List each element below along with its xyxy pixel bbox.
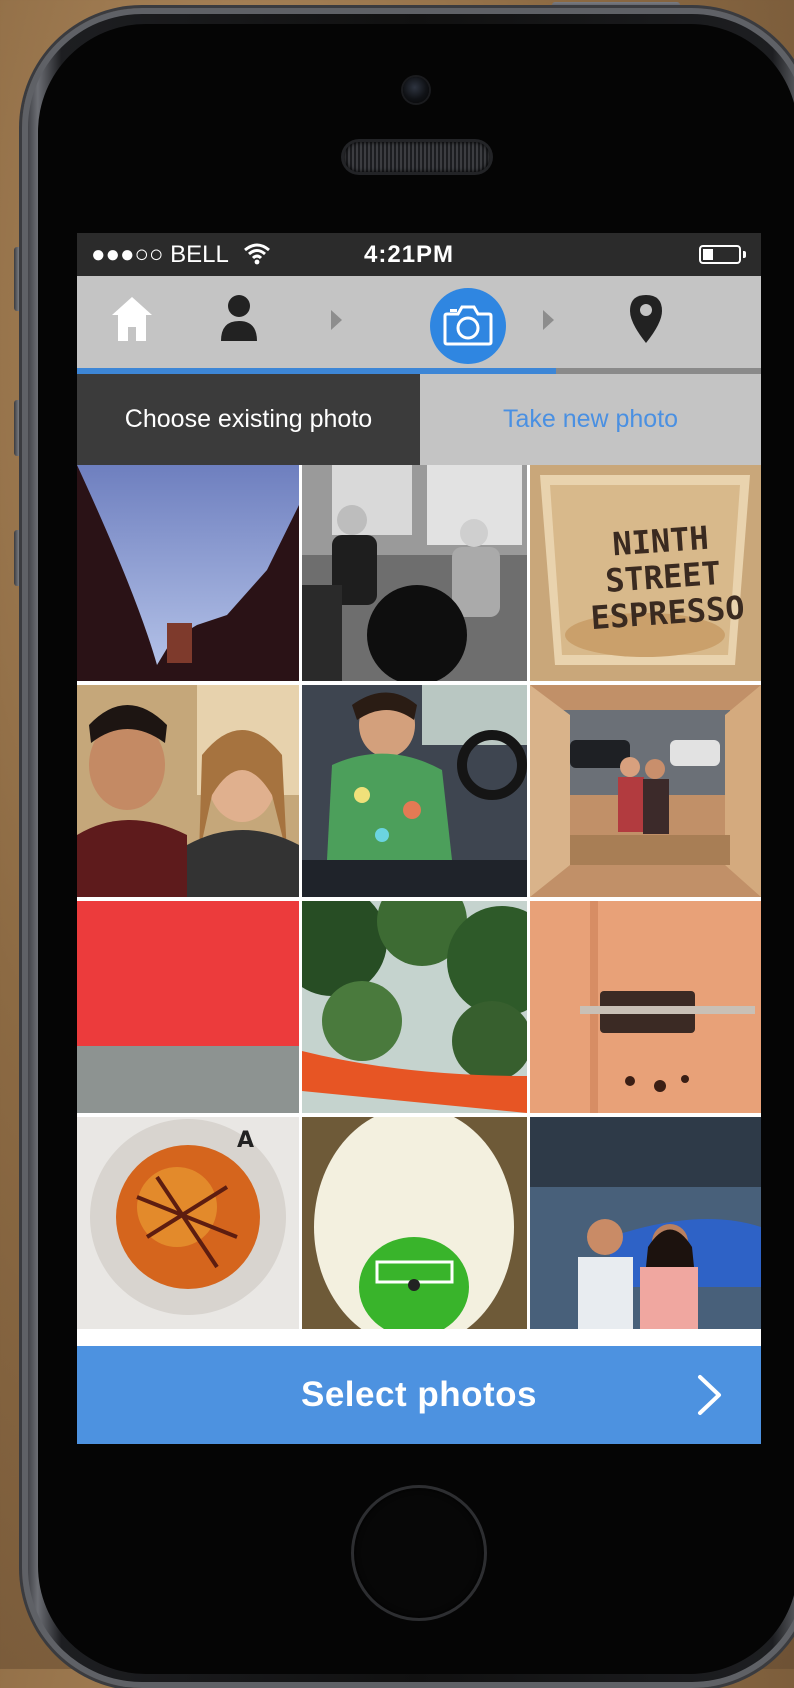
- carrier-label: ●●●○○ BELL: [91, 241, 229, 268]
- home-button[interactable]: [351, 1485, 487, 1621]
- front-camera: [403, 77, 429, 103]
- camera-icon: [443, 305, 493, 346]
- photo-thumbnail[interactable]: [77, 901, 299, 1113]
- battery-tip: [743, 251, 746, 258]
- photo-thumbnail[interactable]: [77, 685, 299, 897]
- chevron-right-icon: [698, 1375, 721, 1415]
- select-photos-button[interactable]: Select photos: [77, 1346, 761, 1444]
- photo-thumbnail[interactable]: [530, 901, 761, 1113]
- status-bar: ●●●○○ BELL 4:21PM: [77, 233, 761, 276]
- wifi-icon: [243, 241, 271, 270]
- select-photos-label: Select photos: [301, 1375, 537, 1414]
- photo-thumbnail[interactable]: [302, 685, 527, 897]
- home-icon[interactable]: [109, 294, 155, 344]
- photo-thumbnail[interactable]: [302, 465, 527, 681]
- photo-thumbnail[interactable]: [302, 901, 527, 1113]
- camera-step-active[interactable]: [430, 288, 506, 364]
- chevron-right-icon: [329, 309, 343, 336]
- svg-text:A: A: [237, 1128, 254, 1153]
- photo-grid: NINTH STREET ESPRESSO A: [77, 465, 761, 1444]
- app-screen: ●●●○○ BELL 4:21PM Choose existing photo …: [77, 233, 761, 1444]
- battery-icon: [699, 245, 741, 264]
- photo-thumbnail[interactable]: [77, 465, 299, 681]
- photo-source-tabs: Choose existing photo Take new photo: [77, 374, 761, 465]
- tab-choose-existing[interactable]: Choose existing photo: [77, 374, 420, 465]
- step-nav-bar: [77, 276, 761, 368]
- chevron-right-icon: [541, 309, 555, 336]
- tab-take-new[interactable]: Take new photo: [420, 374, 761, 465]
- photo-thumbnail-selected[interactable]: NINTH STREET ESPRESSO: [530, 465, 761, 681]
- photo-thumbnail[interactable]: [302, 1117, 527, 1329]
- espresso-cup-print: NINTH STREET ESPRESSO: [589, 518, 746, 638]
- photo-thumbnail[interactable]: A: [77, 1117, 299, 1329]
- battery-level: [703, 249, 713, 260]
- photo-thumbnail[interactable]: [530, 1117, 761, 1329]
- photo-thumbnail[interactable]: [530, 685, 761, 897]
- earpiece-speaker: [344, 142, 490, 172]
- clock: 4:21PM: [364, 241, 455, 268]
- location-pin-icon[interactable]: [626, 292, 666, 346]
- person-icon[interactable]: [217, 292, 261, 344]
